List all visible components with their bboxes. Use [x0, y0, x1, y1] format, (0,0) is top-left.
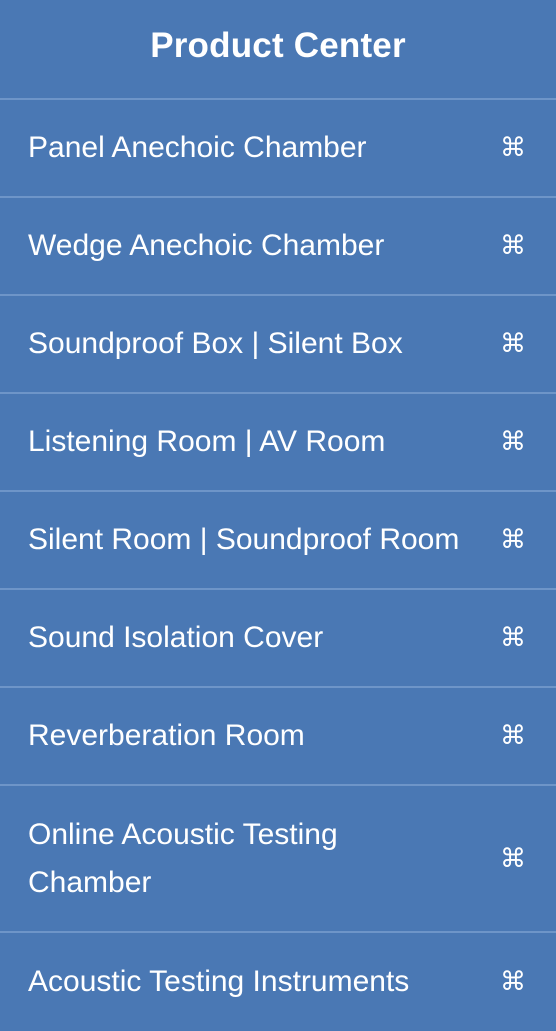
- menu-item-listening-room[interactable]: Listening Room | AV Room ⌘: [0, 394, 556, 492]
- product-center-panel: Product Center Panel Anechoic Chamber ⌘ …: [0, 0, 556, 1030]
- command-icon: ⌘: [500, 427, 526, 457]
- command-icon: ⌘: [500, 525, 526, 555]
- menu-item-label: Sound Isolation Cover: [28, 621, 324, 654]
- menu-item-sound-isolation-cover[interactable]: Sound Isolation Cover ⌘: [0, 590, 556, 688]
- command-icon: ⌘: [500, 133, 526, 163]
- menu-item-online-acoustic-testing-chamber[interactable]: Online Acoustic Testing Chamber ⌘: [0, 786, 556, 933]
- command-icon: ⌘: [500, 623, 526, 653]
- menu-item-wedge-anechoic-chamber[interactable]: Wedge Anechoic Chamber ⌘: [0, 198, 556, 296]
- command-icon: ⌘: [500, 967, 526, 997]
- menu-item-label: Acoustic Testing Instruments: [28, 965, 410, 998]
- command-icon: ⌘: [500, 843, 526, 874]
- command-icon: ⌘: [500, 329, 526, 359]
- menu-item-acoustic-testing-instruments[interactable]: Acoustic Testing Instruments ⌘: [0, 933, 556, 1031]
- menu-item-silent-room[interactable]: Silent Room | Soundproof Room ⌘: [0, 492, 556, 590]
- menu-item-label: Listening Room | AV Room: [28, 425, 386, 458]
- menu-item-reverberation-room[interactable]: Reverberation Room ⌘: [0, 688, 556, 786]
- menu-item-label: Reverberation Room: [28, 719, 305, 752]
- menu-item-panel-anechoic-chamber[interactable]: Panel Anechoic Chamber ⌘: [0, 100, 556, 198]
- menu-item-soundproof-box[interactable]: Soundproof Box | Silent Box ⌘: [0, 296, 556, 394]
- menu-item-label: Online Acoustic Testing Chamber: [28, 817, 338, 899]
- menu-item-label: Soundproof Box | Silent Box: [28, 327, 403, 360]
- panel-header: Product Center: [0, 0, 556, 100]
- panel-title: Product Center: [150, 26, 406, 65]
- command-icon: ⌘: [500, 721, 526, 751]
- product-menu: Panel Anechoic Chamber ⌘ Wedge Anechoic …: [0, 100, 556, 1031]
- menu-item-label: Silent Room | Soundproof Room: [28, 523, 460, 556]
- menu-item-label: Wedge Anechoic Chamber: [28, 229, 385, 262]
- command-icon: ⌘: [500, 231, 526, 261]
- menu-item-label: Panel Anechoic Chamber: [28, 131, 367, 164]
